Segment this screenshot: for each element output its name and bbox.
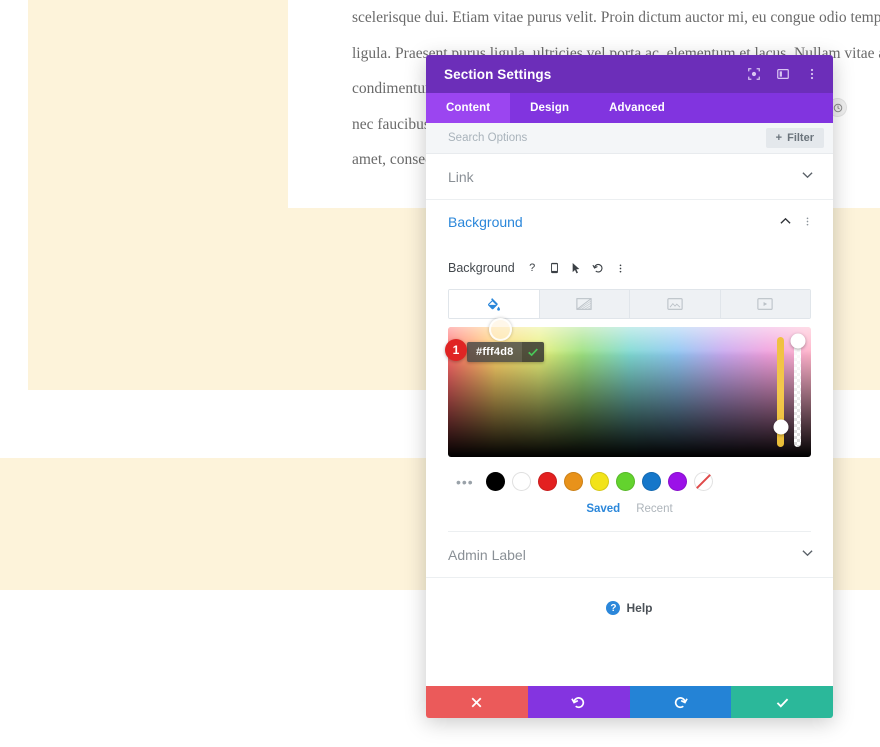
- accordion-background-label: Background: [448, 214, 523, 230]
- swatch-purple[interactable]: [667, 472, 687, 491]
- check-icon[interactable]: [522, 342, 545, 362]
- chevron-down-icon: [802, 171, 813, 182]
- color-picker: 1 #fff4d8: [445, 318, 811, 457]
- redo-button[interactable]: [629, 686, 732, 718]
- swatch-green[interactable]: [615, 472, 635, 491]
- color-selector-handle[interactable]: [489, 318, 512, 341]
- accordion-link-label: Link: [448, 168, 474, 185]
- background-gradient-tab[interactable]: [539, 290, 630, 318]
- accordion-admin-label-label: Admin Label: [448, 546, 526, 563]
- chevron-down-icon: [802, 549, 813, 560]
- palette-tab-row: Saved Recent: [448, 503, 811, 515]
- step-number-badge: 1: [445, 339, 467, 361]
- modal-titlebar: Section Settings: [426, 55, 833, 93]
- modal-body: Link Background Background ? 1 #fff4d8 •…: [426, 154, 833, 686]
- filter-button[interactable]: + Filter: [765, 128, 824, 148]
- background-image-tab[interactable]: [630, 290, 721, 318]
- plus-icon: +: [775, 132, 783, 144]
- reset-undo-icon[interactable]: [592, 262, 605, 275]
- hue-slider[interactable]: [773, 337, 788, 447]
- accordion-background[interactable]: Background: [426, 200, 833, 244]
- fullscreen-icon[interactable]: [745, 66, 762, 83]
- help-link[interactable]: ? Help: [426, 578, 833, 615]
- undo-button[interactable]: [527, 686, 630, 718]
- picker-sliders: [773, 333, 805, 447]
- search-input[interactable]: [448, 132, 766, 144]
- modal-title: Section Settings: [444, 66, 552, 82]
- hex-input-group: #fff4d8: [467, 342, 545, 362]
- kebab-menu-icon[interactable]: [803, 66, 820, 83]
- section-settings-modal: Section Settings Content Design Advanced…: [426, 55, 833, 718]
- accordion-link[interactable]: Link: [426, 154, 833, 200]
- help-question-icon[interactable]: ?: [526, 262, 539, 275]
- tab-advanced[interactable]: Advanced: [589, 93, 685, 123]
- background-field-header: Background ?: [448, 258, 811, 278]
- save-button[interactable]: [731, 686, 833, 718]
- alpha-slider-knob[interactable]: [790, 333, 805, 349]
- swatch-blue[interactable]: [641, 472, 661, 491]
- alpha-slider[interactable]: [790, 333, 805, 447]
- background-video-tab[interactable]: [720, 290, 810, 318]
- help-label: Help: [626, 601, 653, 615]
- modal-footer: [426, 686, 833, 718]
- background-color-tab[interactable]: [449, 290, 540, 318]
- screenshot-root: scelerisque dui. Etiam vitae purus velit…: [0, 0, 880, 747]
- paragraph-line: scelerisque dui. Etiam vitae purus velit…: [352, 9, 880, 26]
- hue-slider-knob[interactable]: [773, 419, 788, 435]
- swatch-none[interactable]: [693, 472, 713, 491]
- help-question-icon: ?: [606, 601, 621, 615]
- accordion-admin-label[interactable]: Admin Label: [426, 532, 833, 578]
- background-field-group: Background ? 1 #fff4d8 ••• Saved Recent: [426, 244, 833, 532]
- background-type-tabs: [448, 289, 811, 319]
- layout-panel-icon[interactable]: [774, 66, 791, 83]
- tab-content[interactable]: Content: [426, 93, 511, 123]
- chevron-up-icon: [780, 217, 791, 228]
- background-field-label: Background: [448, 261, 515, 275]
- swatch-white[interactable]: [511, 472, 531, 491]
- modal-tab-bar: Content Design Advanced: [426, 93, 833, 123]
- more-swatches-icon[interactable]: •••: [456, 474, 474, 490]
- swatch-yellow[interactable]: [589, 472, 609, 491]
- options-kebab-icon[interactable]: [614, 262, 627, 275]
- palette-tab-recent[interactable]: Recent: [636, 503, 672, 515]
- swatch-orange[interactable]: [563, 472, 583, 491]
- swatch-red[interactable]: [537, 472, 557, 491]
- search-bar: + Filter: [426, 123, 833, 154]
- color-swatch-row: •••: [448, 472, 811, 491]
- titlebar-icon-group: [745, 66, 820, 83]
- tab-design[interactable]: Design: [510, 93, 589, 123]
- hex-input[interactable]: #fff4d8: [467, 342, 523, 362]
- swatch-black[interactable]: [485, 472, 505, 491]
- filter-button-label: Filter: [787, 132, 814, 144]
- cancel-button[interactable]: [426, 686, 528, 718]
- palette-tab-saved[interactable]: Saved: [586, 503, 620, 515]
- background-options-kebab-icon[interactable]: [802, 215, 813, 230]
- hover-cursor-icon[interactable]: [570, 262, 583, 275]
- responsive-mobile-icon[interactable]: [548, 262, 561, 275]
